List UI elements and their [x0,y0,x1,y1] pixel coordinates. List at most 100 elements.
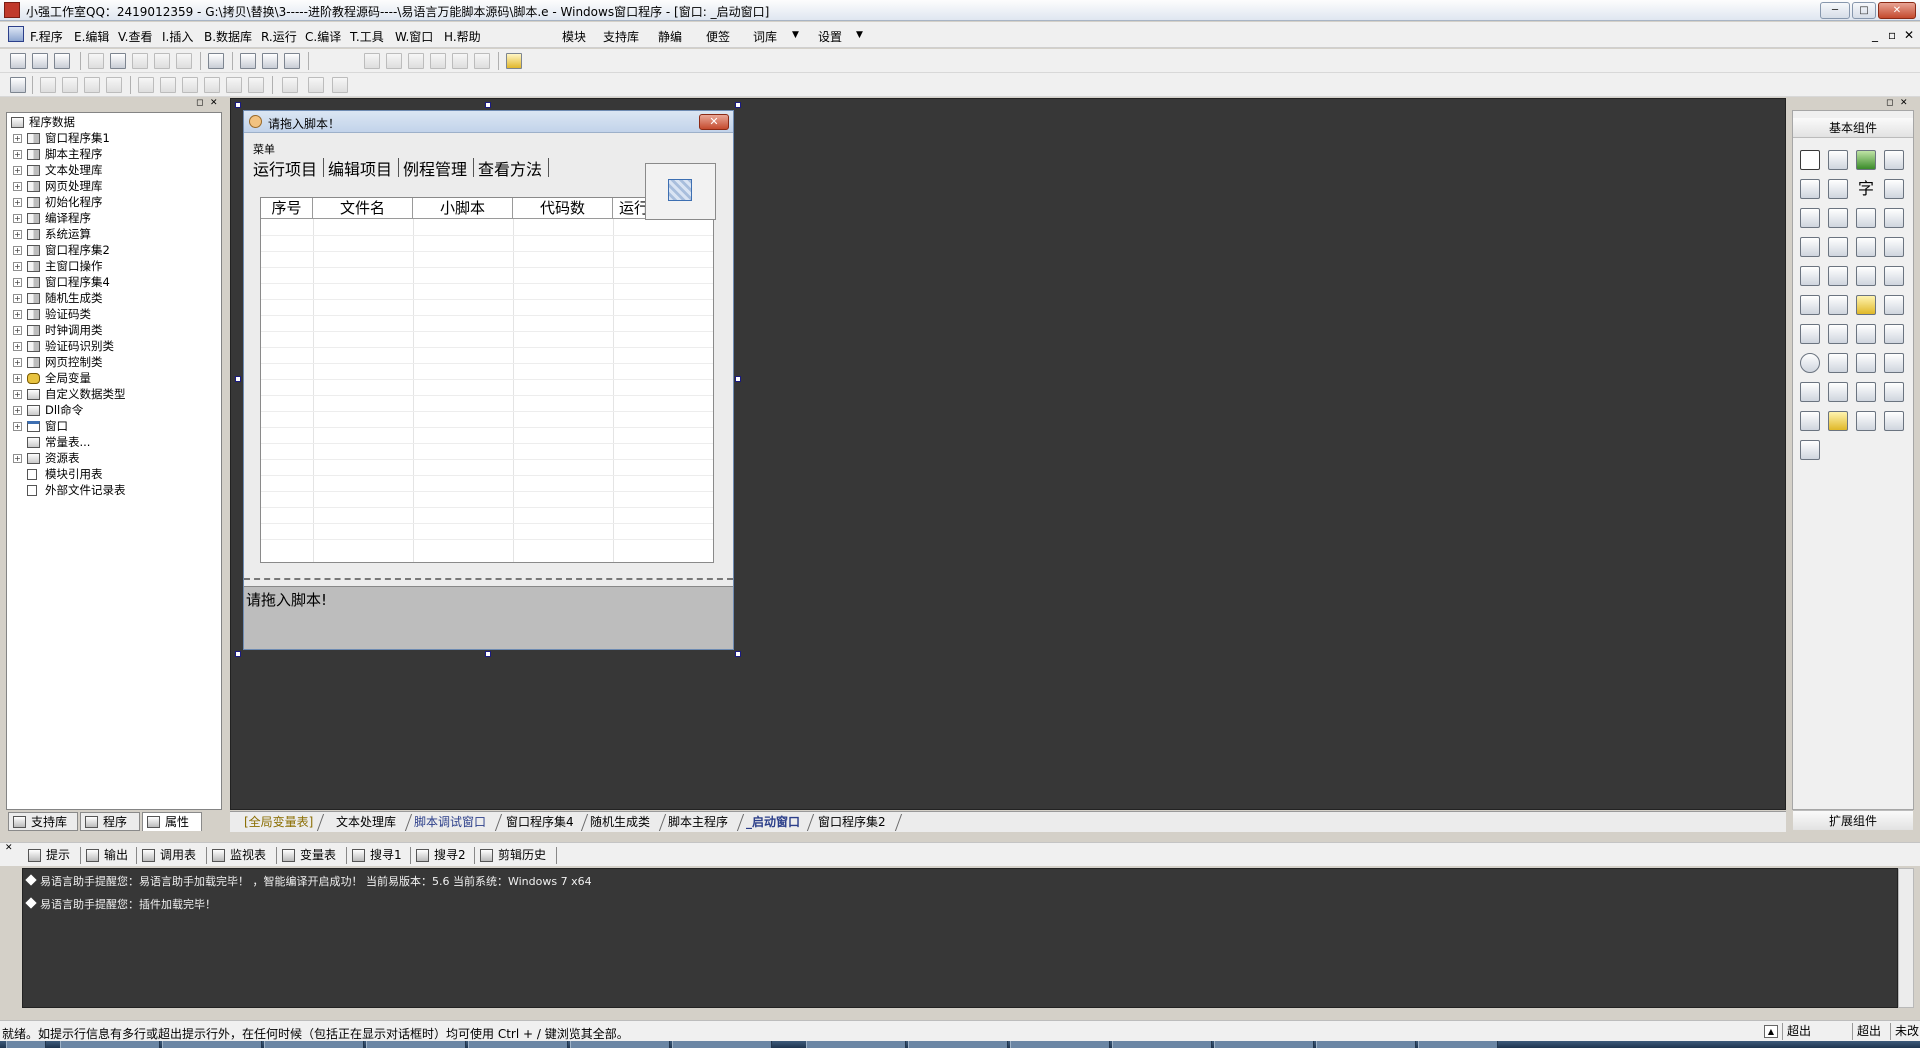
text-label-icon[interactable]: 字 [1856,179,1876,199]
taskbar-app[interactable] [570,1041,670,1048]
tree-item[interactable]: + 时钟调用类 [11,323,211,338]
output-panel[interactable]: 易语言助手提醒您：易语言助手加载完毕！ ，智能编译开启成功！ 当前易版本：5.6… [22,868,1898,1008]
panel-component-icon[interactable] [1800,295,1820,315]
shape-component-icon[interactable] [1884,150,1904,170]
layout-split-icon[interactable] [262,53,278,69]
tab-run-project[interactable]: 运行项目 [253,156,317,180]
odbc-component-icon[interactable] [1884,411,1904,431]
same-height-icon[interactable] [248,77,264,93]
pointer-tool-icon[interactable] [1800,150,1820,170]
center-in-form-v-icon[interactable] [308,77,324,93]
out-tab-search1[interactable]: 搜寻1 [350,847,402,864]
resize-handle[interactable] [735,376,741,382]
mdi-close-button[interactable]: ✕ [1904,28,1914,42]
same-size-icon[interactable] [332,77,348,93]
tab-properties[interactable]: 属性 [142,812,202,831]
menu-settings[interactable]: 设置 [818,28,842,45]
expand-icon[interactable]: + [13,246,22,255]
find-icon[interactable] [208,53,224,69]
expand-icon[interactable]: + [13,374,22,383]
menu-database[interactable]: B.数据库 [204,28,252,45]
slider-component-icon[interactable] [1800,266,1820,286]
menu-run[interactable]: R.运行 [261,28,297,45]
out-tab-search2[interactable]: 搜寻2 [414,847,466,864]
tree-item[interactable]: + 窗口 [11,419,211,434]
resize-handle[interactable] [485,102,491,108]
center-horizontal-icon[interactable] [138,77,154,93]
menu-window[interactable]: W.窗口 [395,28,433,45]
menu-insert[interactable]: I.插入 [162,28,193,45]
float-panel-button[interactable]: ◻ [1886,98,1893,108]
out-tab-call-stack[interactable]: 调用表 [140,847,196,864]
doc-tab-text-lib[interactable]: 文本处理库 [336,814,396,831]
tree-item[interactable]: 模块引用表 [11,467,211,482]
tab-edit-project[interactable]: 编辑项目 [328,156,392,180]
doc-tab-window-set2[interactable]: 窗口程序集2 [818,814,886,831]
step-out-icon[interactable] [408,53,424,69]
rich-edit-icon[interactable] [1884,295,1904,315]
status-bar-icon[interactable] [1828,295,1848,315]
vertical-scrollbar-icon[interactable] [1856,237,1876,257]
odbc-database-icon[interactable] [1800,440,1820,460]
resize-handle[interactable] [485,651,491,657]
status-expand-icon[interactable]: ▲ [1764,1025,1778,1038]
out-tab-watch[interactable]: 监视表 [210,847,266,864]
non-visual-component[interactable] [645,163,716,220]
data-grid-icon[interactable] [1800,324,1820,344]
script-list-table[interactable]: 序号 文件名 小脚本 代码数 运行 [260,197,714,563]
printer-component-icon[interactable] [1828,353,1848,373]
doc-tab-start-window[interactable]: _启动窗口 [746,814,800,831]
radio-component-icon[interactable] [1828,208,1848,228]
serial-port-icon[interactable] [1828,382,1848,402]
run-to-cursor-icon[interactable] [430,53,446,69]
checkbox-component-icon[interactable] [1800,208,1820,228]
menu-program[interactable]: F.程序 [30,28,63,45]
taskbar-app[interactable] [672,1041,772,1048]
menu-static-compile[interactable]: 静编 [658,28,682,45]
cut-icon[interactable] [88,53,104,69]
expand-icon[interactable]: + [13,230,22,239]
check-list-box-icon[interactable] [1800,237,1820,257]
resize-handle[interactable] [735,651,741,657]
layout-panel-icon[interactable] [284,53,300,69]
tree-item[interactable]: + 随机生成类 [11,291,211,306]
out-tab-clipboard-history[interactable]: 剪辑历史 [478,847,546,864]
redo-icon[interactable] [154,53,170,69]
tree-item[interactable]: + 全局变量 [11,371,211,386]
database-icon[interactable] [1828,411,1848,431]
copy-icon[interactable] [110,53,126,69]
layout-window-icon[interactable] [240,53,256,69]
data-source-icon[interactable] [1800,411,1820,431]
tab-support-library[interactable]: 支持库 [8,812,78,831]
expand-icon[interactable]: + [13,454,22,463]
center-vertical-icon[interactable] [160,77,176,93]
settings-dropdown-icon[interactable]: ▼ [856,30,863,40]
server-component-icon[interactable] [1856,353,1876,373]
form-layout-icon[interactable] [10,77,26,93]
menu-notes[interactable]: 便签 [706,28,730,45]
expand-icon[interactable]: + [13,182,22,191]
same-width-icon[interactable] [226,77,242,93]
tree-item[interactable]: + 脚本主程序 [11,147,211,162]
menu-tools[interactable]: T.工具 [350,28,384,45]
doc-tab-window-set4[interactable]: 窗口程序集4 [506,814,574,831]
combo-box-icon[interactable] [1856,208,1876,228]
group-box-icon[interactable] [1828,179,1848,199]
expand-icon[interactable]: + [13,358,22,367]
float-panel-button[interactable]: ◻ [196,98,203,108]
dialog-component-icon[interactable] [1856,382,1876,402]
taskbar-app[interactable] [1316,1041,1416,1048]
column-header-filename[interactable]: 文件名 [313,198,413,219]
close-output-panel-button[interactable]: ✕ [5,843,13,853]
doc-tab-debug-window[interactable]: 脚本调试窗口 [414,814,486,831]
database-provider-icon[interactable] [1828,324,1848,344]
network-component-icon[interactable] [1800,382,1820,402]
tree-item[interactable]: + 资源表 [11,451,211,466]
menu-support-libs[interactable]: 支持库 [603,28,639,45]
step-over-icon[interactable] [386,53,402,69]
tree-item[interactable]: 外部文件记录表 [11,483,211,498]
expand-icon[interactable]: + [13,166,22,175]
expand-icon[interactable]: + [13,342,22,351]
tree-item[interactable]: + 文本处理库 [11,163,211,178]
resize-handle[interactable] [235,376,241,382]
